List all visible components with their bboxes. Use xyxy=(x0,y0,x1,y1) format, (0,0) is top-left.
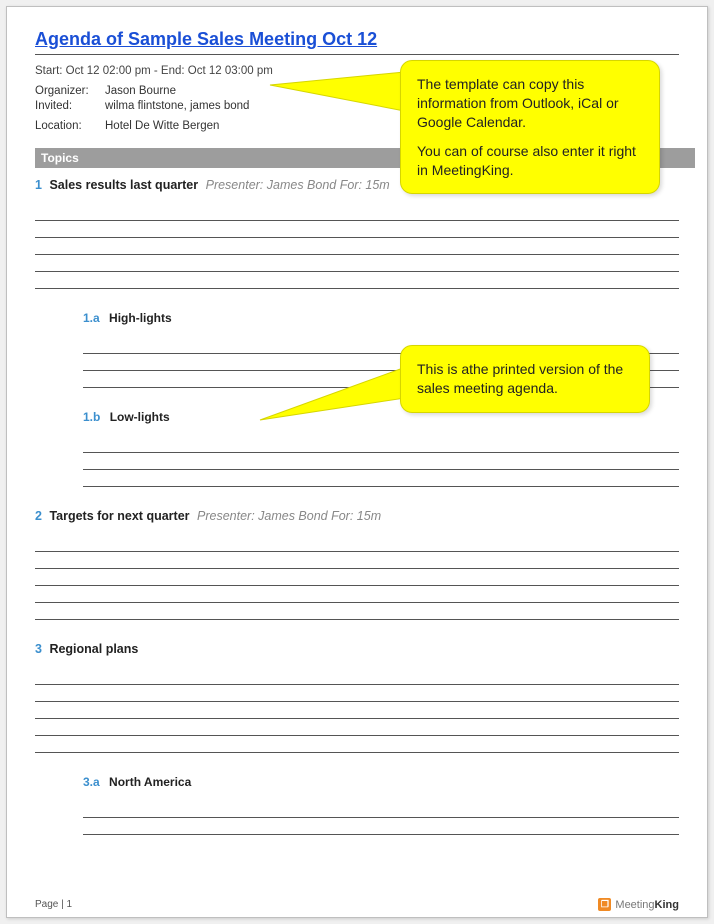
organizer-label: Organizer: xyxy=(35,85,105,97)
brand-icon: ❐ xyxy=(598,898,611,911)
topic-title: Targets for next quarter xyxy=(49,509,189,523)
topic-title: Sales results last quarter xyxy=(49,178,198,192)
topic-presenter: Presenter: James Bond For: 15m xyxy=(206,178,390,192)
topic-title: Low-lights xyxy=(110,410,170,424)
writing-lines xyxy=(35,535,679,620)
callout-text: The template can copy this information f… xyxy=(417,75,643,132)
topic-number: 1.a xyxy=(83,311,100,325)
topic-3: 3 Regional plans xyxy=(35,642,679,656)
topic-presenter: Presenter: James Bond For: 15m xyxy=(197,509,381,523)
writing-lines xyxy=(83,436,679,487)
writing-lines xyxy=(83,801,679,835)
brand-suffix: King xyxy=(655,899,679,911)
invited-label: Invited: xyxy=(35,100,105,112)
brand-logo: ❐ MeetingKing xyxy=(598,898,679,911)
topic-title: High-lights xyxy=(109,311,172,325)
writing-lines xyxy=(35,668,679,753)
brand-text: MeetingKing xyxy=(615,899,679,911)
callout-text: You can of course also enter it right in… xyxy=(417,142,643,180)
page-number: Page | 1 xyxy=(35,899,72,910)
topic-number: 3 xyxy=(35,642,42,656)
agenda-title-link[interactable]: Agenda of Sample Sales Meeting Oct 12 xyxy=(35,29,679,50)
topic-number: 2 xyxy=(35,509,42,523)
topic-2: 2 Targets for next quarter Presenter: Ja… xyxy=(35,509,679,523)
title-divider xyxy=(35,54,679,55)
writing-lines xyxy=(35,204,679,289)
topic-title: Regional plans xyxy=(49,642,138,656)
topic-title: North America xyxy=(109,775,191,789)
annotation-callout-1: The template can copy this information f… xyxy=(400,60,660,194)
topic-1a: 1.a High-lights xyxy=(83,311,679,325)
annotation-callout-2: This is athe printed version of the sale… xyxy=(400,345,650,413)
organizer-value: Jason Bourne xyxy=(105,85,176,97)
page-footer: Page | 1 ❐ MeetingKing xyxy=(35,898,679,911)
topic-number: 1.b xyxy=(83,410,100,424)
brand-prefix: Meeting xyxy=(615,899,654,911)
location-label: Location: xyxy=(35,120,105,132)
callout-text: This is athe printed version of the sale… xyxy=(417,360,633,398)
topic-number: 1 xyxy=(35,178,42,192)
topic-number: 3.a xyxy=(83,775,100,789)
location-value: Hotel De Witte Bergen xyxy=(105,120,219,132)
topic-3a: 3.a North America xyxy=(83,775,679,789)
invited-value: wilma flintstone, james bond xyxy=(105,100,249,112)
